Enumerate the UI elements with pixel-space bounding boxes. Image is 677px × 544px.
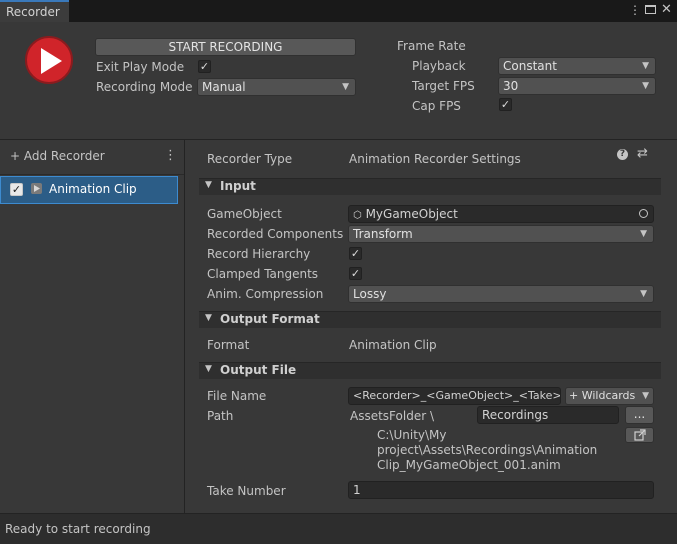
gameobject-label: GameObject <box>207 207 282 221</box>
input-section-title: Input <box>220 179 256 193</box>
file-name-input[interactable]: <Recorder>_<GameObject>_<Take> <box>348 387 561 405</box>
open-folder-button[interactable] <box>625 427 654 443</box>
start-recording-button[interactable]: START RECORDING <box>95 38 356 56</box>
format-value: Animation Clip <box>349 338 437 352</box>
checkmark-icon: ✓ <box>11 183 22 196</box>
external-link-icon <box>634 429 646 441</box>
play-icon <box>41 48 62 74</box>
status-text: Ready to start recording <box>5 522 151 536</box>
recorder-type-value: Animation Recorder Settings <box>349 152 521 166</box>
output-file-section-header[interactable]: ▼ Output File <box>199 362 661 379</box>
recorded-components-value: Transform <box>353 227 413 241</box>
output-format-section-title: Output Format <box>220 312 320 326</box>
cap-fps-checkbox[interactable]: ✓ <box>499 98 512 111</box>
playback-dropdown[interactable]: Constant ▼ <box>498 57 656 75</box>
anim-compression-label: Anim. Compression <box>207 287 324 301</box>
kebab-icon[interactable]: ⋮ <box>629 3 641 17</box>
recording-mode-value: Manual <box>202 80 246 94</box>
recorded-components-label: Recorded Components <box>207 227 344 241</box>
dropdown-arrow-icon: ▼ <box>642 391 649 401</box>
full-path-line-3: Clip_MyGameObject_001.anim <box>377 458 561 472</box>
browse-path-button[interactable]: ... <box>625 406 654 424</box>
exit-play-mode-label: Exit Play Mode <box>96 60 185 74</box>
tab-recorder[interactable]: Recorder <box>0 0 69 22</box>
frame-rate-label: Frame Rate <box>397 39 466 53</box>
take-number-input[interactable]: 1 <box>348 481 654 499</box>
kebab-icon[interactable]: ⋮ <box>164 148 177 163</box>
gameobject-value: MyGameObject <box>365 207 458 221</box>
dropdown-arrow-icon: ▼ <box>640 289 647 299</box>
add-recorder-button[interactable]: + Add Recorder <box>10 149 105 163</box>
dropdown-arrow-icon: ▼ <box>642 81 649 91</box>
exit-play-mode-checkbox[interactable]: ✓ <box>198 60 211 73</box>
checkmark-icon: ✓ <box>199 60 210 73</box>
tab-bar: Recorder ⋮ ✕ <box>0 0 677 22</box>
path-label: Path <box>207 409 234 423</box>
foldout-arrow-icon: ▼ <box>205 313 212 323</box>
checkmark-icon: ✓ <box>350 247 361 260</box>
path-input[interactable]: Recordings <box>477 406 619 424</box>
path-root-value: AssetsFolder \ <box>350 409 434 423</box>
wildcards-dropdown[interactable]: + Wildcards ▼ <box>565 387 654 405</box>
foldout-arrow-icon: ▼ <box>205 364 212 374</box>
recorded-components-dropdown[interactable]: Transform ▼ <box>348 225 654 243</box>
recording-mode-dropdown[interactable]: Manual ▼ <box>197 78 356 96</box>
maximize-icon[interactable] <box>645 5 656 14</box>
wildcards-label: + Wildcards <box>569 389 636 402</box>
playback-label: Playback <box>412 59 466 73</box>
format-label: Format <box>207 338 250 352</box>
object-picker-icon[interactable] <box>639 209 648 218</box>
target-fps-label: Target FPS <box>412 79 475 93</box>
output-format-section-header[interactable]: ▼ Output Format <box>199 311 661 328</box>
checkmark-icon: ✓ <box>350 267 361 280</box>
take-number-label: Take Number <box>207 484 286 498</box>
foldout-arrow-icon: ▼ <box>205 180 212 190</box>
output-file-section-title: Output File <box>220 363 297 377</box>
record-hierarchy-checkbox[interactable]: ✓ <box>349 247 362 260</box>
gameobject-icon: ⬡ <box>353 210 362 221</box>
status-bar: Ready to start recording <box>0 513 677 544</box>
dropdown-arrow-icon: ▼ <box>642 61 649 71</box>
dropdown-arrow-icon: ▼ <box>342 82 349 92</box>
anim-compression-value: Lossy <box>353 287 387 301</box>
target-fps-dropdown[interactable]: 30 ▼ <box>498 77 656 95</box>
animation-clip-icon <box>31 183 42 194</box>
clamped-tangents-label: Clamped Tangents <box>207 267 319 281</box>
recorder-list-item[interactable]: ✓ Animation Clip <box>0 176 178 204</box>
record-hierarchy-label: Record Hierarchy <box>207 247 311 261</box>
record-play-button[interactable] <box>25 36 73 84</box>
preset-settings-icon[interactable]: ⇄ <box>637 146 648 161</box>
input-section-header[interactable]: ▼ Input <box>199 178 661 195</box>
clamped-tangents-checkbox[interactable]: ✓ <box>349 267 362 280</box>
tab-title: Recorder <box>6 5 60 19</box>
checkmark-icon: ✓ <box>500 98 511 111</box>
target-fps-value: 30 <box>503 79 519 93</box>
gameobject-field[interactable]: ⬡ MyGameObject <box>348 205 654 223</box>
close-icon[interactable]: ✕ <box>661 2 672 17</box>
recording-mode-label: Recording Mode <box>96 80 193 94</box>
anim-compression-dropdown[interactable]: Lossy ▼ <box>348 285 654 303</box>
recorder-list-item-label: Animation Clip <box>49 182 137 196</box>
help-icon[interactable]: ? <box>617 149 628 160</box>
playback-value: Constant <box>503 59 557 73</box>
full-path-line-1: C:\Unity\My <box>377 428 447 442</box>
file-name-label: File Name <box>207 389 267 403</box>
recorder-type-label: Recorder Type <box>207 152 293 166</box>
recorder-enabled-checkbox[interactable]: ✓ <box>10 183 23 196</box>
full-path-line-2: project\Assets\Recordings\Animation <box>377 443 598 457</box>
dropdown-arrow-icon: ▼ <box>640 229 647 239</box>
cap-fps-label: Cap FPS <box>412 99 461 113</box>
